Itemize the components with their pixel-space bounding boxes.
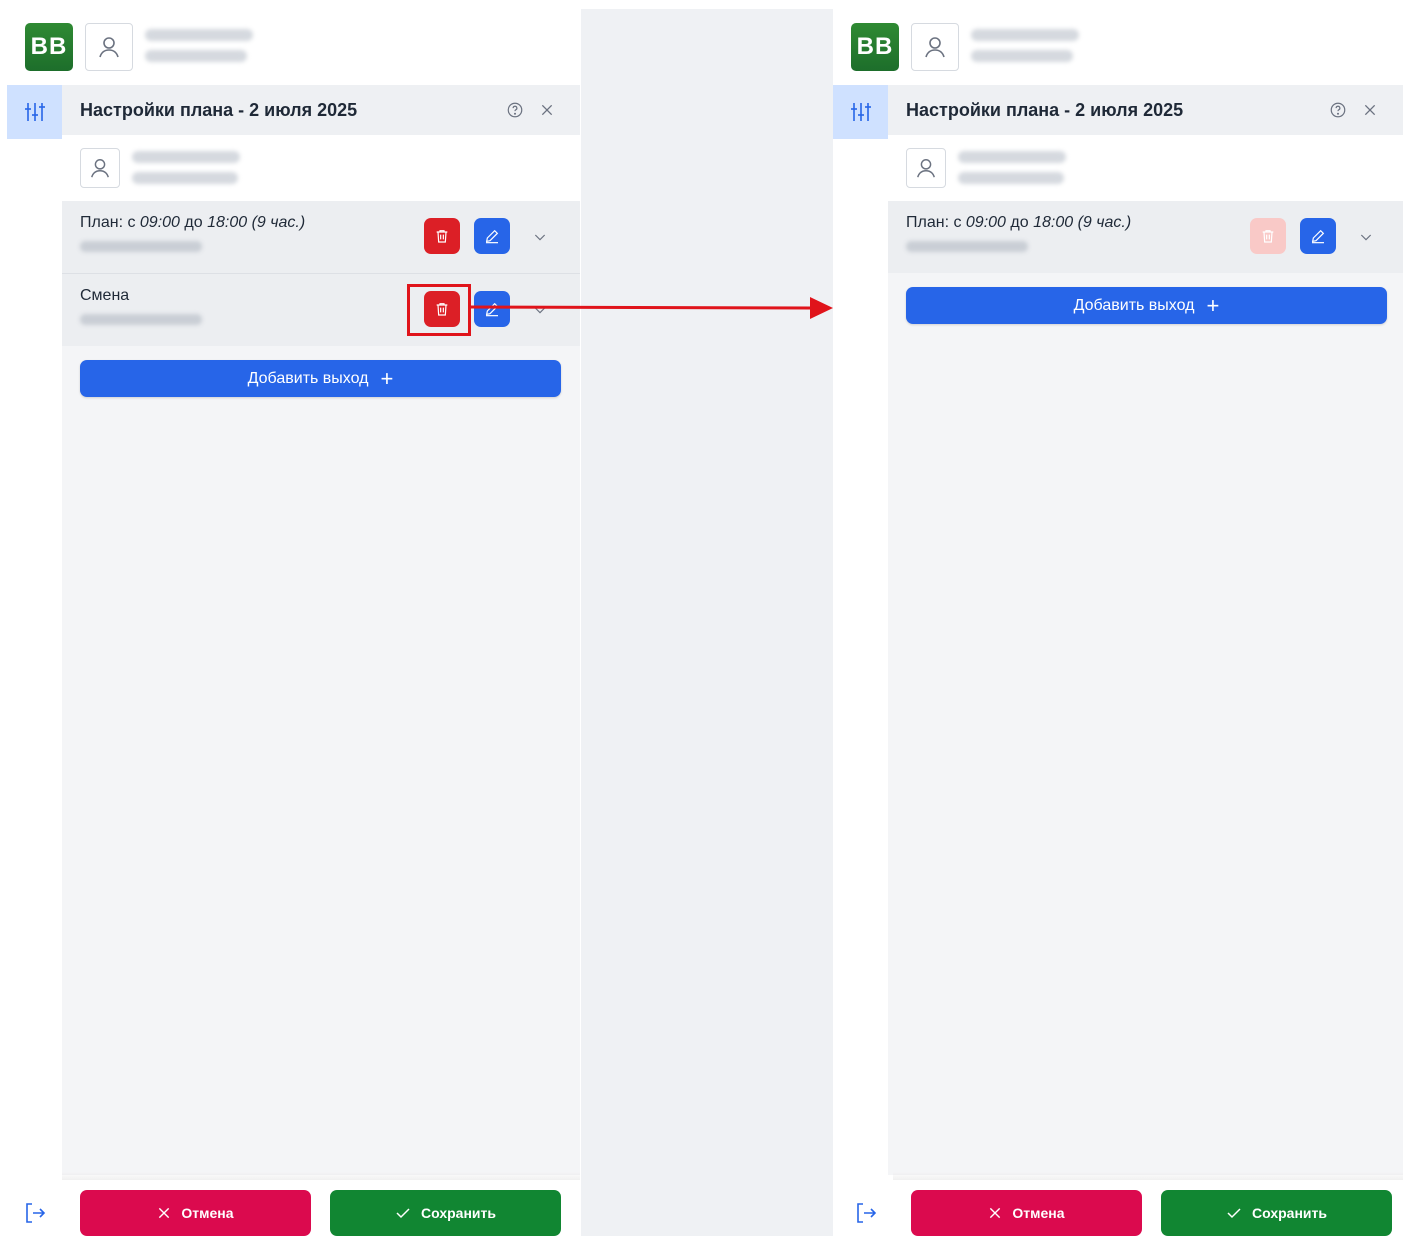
employee-row — [888, 135, 1403, 201]
logout-icon — [26, 1203, 46, 1223]
screens-divider — [581, 9, 833, 1236]
add-exit-label: Добавить выход — [1073, 296, 1195, 314]
close-icon — [541, 104, 553, 116]
plus-icon: + — [380, 365, 394, 391]
logout-button[interactable] — [22, 1200, 48, 1226]
plan-time-label: План: с 09:00 до 18:00 (9 час.) — [80, 214, 306, 231]
close-button[interactable] — [534, 97, 560, 123]
user-icon — [917, 159, 935, 178]
expand-plan-button[interactable] — [1354, 225, 1378, 249]
current-user-avatar[interactable] — [911, 23, 959, 71]
user-name-blurred — [971, 29, 1079, 41]
annotation-arrow — [470, 297, 833, 319]
pencil-icon — [1311, 229, 1325, 244]
shift-label: Смена — [80, 287, 130, 304]
cancel-label: Отмена — [1012, 1205, 1065, 1221]
plan-item: План: с 09:00 до 18:00 (9 час.) — [62, 201, 580, 273]
x-icon — [990, 1207, 1001, 1219]
delete-plan-button[interactable] — [424, 218, 460, 254]
add-exit-button[interactable]: Добавить выход + — [80, 360, 561, 397]
cancel-button[interactable]: Отмена — [80, 1190, 311, 1236]
employee-name-blurred — [958, 151, 1066, 163]
panel-after: BB Настройки плана - 2 июля 2025 План: с… — [826, 0, 1403, 1236]
footer-shadow — [62, 1172, 580, 1180]
plus-icon: + — [1206, 292, 1220, 318]
employee-name-blurred — [132, 151, 240, 163]
shift-subtext-blurred — [80, 314, 202, 325]
edit-plan-button[interactable] — [1300, 218, 1336, 254]
plan-time-label: План: с 09:00 до 18:00 (9 час.) — [906, 214, 1132, 231]
close-button[interactable] — [1357, 97, 1383, 123]
check-icon — [1227, 1208, 1241, 1219]
user-icon — [925, 37, 945, 58]
employee-role-blurred — [132, 172, 238, 184]
add-exit-button[interactable]: Добавить выход + — [906, 287, 1387, 324]
add-exit-label: Добавить выход — [247, 369, 369, 387]
delete-plan-button-disabled — [1250, 218, 1286, 254]
app-logo: BB — [851, 23, 899, 71]
user-icon — [99, 37, 119, 58]
pencil-icon — [485, 229, 499, 244]
trash-icon — [1262, 230, 1274, 243]
sliders-icon — [24, 103, 45, 121]
close-icon — [1364, 104, 1376, 116]
x-icon — [159, 1207, 170, 1219]
plan-item: План: с 09:00 до 18:00 (9 час.) — [888, 201, 1403, 273]
user-name-blurred — [145, 29, 253, 41]
chevron-down-icon — [534, 234, 546, 241]
save-label: Сохранить — [421, 1205, 496, 1221]
plan-settings-header: Настройки плана - 2 июля 2025 — [62, 85, 580, 135]
save-label: Сохранить — [1252, 1205, 1327, 1221]
help-icon — [1330, 102, 1346, 118]
employee-avatar — [906, 148, 946, 188]
logout-icon — [857, 1203, 877, 1223]
page-title: Настройки плана - 2 июля 2025 — [906, 99, 1184, 120]
app-logo: BB — [25, 23, 73, 71]
chevron-down-icon — [1360, 234, 1372, 241]
trash-icon — [436, 230, 448, 243]
help-button[interactable] — [502, 97, 528, 123]
check-icon — [396, 1208, 410, 1219]
sidebar-tab-plan-settings[interactable] — [833, 85, 888, 139]
help-button[interactable] — [1325, 97, 1351, 123]
save-button[interactable]: Сохранить — [1161, 1190, 1392, 1236]
cancel-button[interactable]: Отмена — [911, 1190, 1142, 1236]
cancel-label: Отмена — [181, 1205, 234, 1221]
annotation-highlight-box — [407, 284, 471, 336]
user-icon — [91, 159, 109, 178]
employee-row — [62, 135, 580, 201]
page-title: Настройки плана - 2 июля 2025 — [80, 99, 358, 120]
expand-plan-button[interactable] — [528, 225, 552, 249]
logout-button[interactable] — [853, 1200, 879, 1226]
help-icon — [507, 102, 523, 118]
employee-role-blurred — [958, 172, 1064, 184]
sliders-icon — [850, 103, 871, 121]
user-role-blurred — [145, 50, 247, 62]
user-role-blurred — [971, 50, 1073, 62]
current-user-avatar[interactable] — [85, 23, 133, 71]
plan-subtext-blurred — [80, 241, 202, 252]
plan-settings-header: Настройки плана - 2 июля 2025 — [888, 85, 1403, 135]
save-button[interactable]: Сохранить — [330, 1190, 561, 1236]
footer-shadow — [893, 1172, 1403, 1180]
employee-avatar — [80, 148, 120, 188]
plan-subtext-blurred — [906, 241, 1028, 252]
sidebar-tab-plan-settings[interactable] — [7, 85, 62, 139]
edit-plan-button[interactable] — [474, 218, 510, 254]
panel-before: BB Настройки плана - 2 июля 2025 План: с… — [0, 0, 581, 1236]
